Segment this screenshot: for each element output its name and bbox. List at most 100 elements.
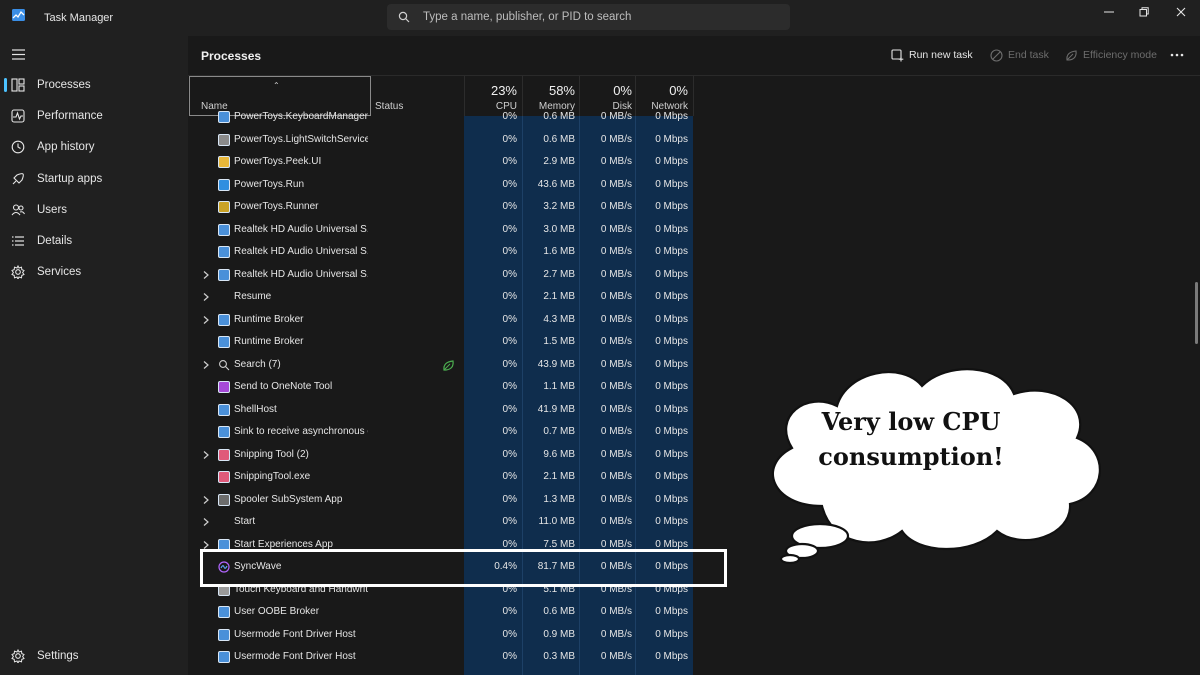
chevron-right-icon[interactable]: [201, 495, 211, 505]
process-cpu: 0%: [502, 471, 517, 482]
chevron-right-icon[interactable]: [201, 517, 211, 527]
close-button[interactable]: [1166, 4, 1196, 20]
sidebar-item-settings[interactable]: Settings: [4, 642, 184, 670]
sidebar-item-details[interactable]: Details: [4, 227, 184, 255]
table-row[interactable]: Usermode Font Driver Host 0% 0.9 MB 0 MB/s 0…: [188, 624, 728, 647]
process-name: Sink to receive asynchronous c...: [234, 426, 368, 437]
chevron-right-icon[interactable]: [201, 540, 211, 550]
process-memory: 4.3 MB: [543, 313, 575, 325]
process-name: Realtek HD Audio Universal S...: [234, 268, 368, 280]
maximize-button[interactable]: [1129, 4, 1159, 20]
process-name: PowerToys.Runner: [234, 201, 319, 212]
process-network: 0 Mbps: [655, 111, 688, 122]
process-network: 0 Mbps: [655, 291, 688, 302]
chevron-right-icon[interactable]: [201, 360, 211, 370]
table-row[interactable]: Snipping Tool (2) 0% 9.6 MB 0 MB/s 0 Mbps: [188, 444, 728, 467]
process-disk: 0 MB/s: [600, 448, 632, 460]
run-icon: [218, 178, 230, 191]
process-name: User OOBE Broker: [234, 606, 320, 617]
process-cpu: 0%: [502, 178, 517, 190]
sidebar-item-app-history[interactable]: App history: [4, 133, 184, 161]
app-window-icon: [218, 313, 230, 326]
process-network: 0 Mbps: [655, 381, 688, 392]
process-memory: 7.5 MB: [543, 538, 575, 550]
app-window-icon: [218, 111, 230, 123]
process-name: PowerToys.LightSwitchService: [234, 133, 368, 145]
process-memory: 43.9 MB: [537, 358, 575, 370]
table-row[interactable]: PowerToys.Runner 0% 3.2 MB 0 MB/s 0 Mbps: [188, 196, 728, 219]
table-row[interactable]: Realtek HD Audio Universal S... 0% 1.6 MB 0…: [188, 241, 728, 264]
sidebar-item-processes[interactable]: Processes: [4, 71, 184, 99]
table-row[interactable]: Start 0% 11.0 MB 0 MB/s 0 Mbps: [188, 511, 728, 534]
table-row[interactable]: PowerToys.Run 0% 43.6 MB 0 MB/s 0 Mbps: [188, 174, 728, 197]
process-name: Realtek HD Audio Universal S...: [234, 246, 368, 257]
table-row[interactable]: SnippingTool.exe 0% 2.1 MB 0 MB/s 0 Mbps: [188, 466, 728, 489]
runner-icon: [218, 201, 230, 213]
run-new-task-button[interactable]: Run new task: [891, 47, 973, 63]
process-network: 0 Mbps: [655, 268, 688, 280]
task-manager-logo-icon: [12, 9, 25, 21]
hamburger-menu-icon[interactable]: [12, 49, 25, 60]
table-row[interactable]: Sink to receive asynchronous c... 0% 0.7 M…: [188, 421, 728, 444]
efficiency-mode-button[interactable]: Efficiency mode: [1065, 47, 1157, 63]
process-memory: 2.9 MB: [543, 156, 575, 167]
table-row[interactable]: User OOBE Broker 0% 0.6 MB 0 MB/s 0 Mbps: [188, 601, 728, 624]
table-row[interactable]: Usermode Font Driver Host 0% 0.3 MB 0 MB/s 0…: [188, 646, 728, 669]
sidebar-item-label: Users: [37, 204, 68, 216]
process-name: Usermode Font Driver Host: [234, 628, 356, 640]
app-history-icon: [11, 140, 25, 154]
vertical-scrollbar[interactable]: [1195, 282, 1198, 344]
process-disk: 0 MB/s: [600, 111, 632, 122]
table-row[interactable]: Search (7) 0% 43.9 MB 0 MB/s 0 Mbps: [188, 354, 728, 377]
run-new-task-label: Run new task: [909, 49, 973, 61]
process-list: PowerToys.KeyboardManager... 0% 0.6 MB 0 MB…: [188, 106, 728, 675]
sidebar-item-services[interactable]: Services: [4, 258, 184, 286]
process-cpu: 0%: [502, 358, 517, 370]
process-cpu: 0%: [502, 448, 517, 460]
chevron-right-icon[interactable]: [201, 450, 211, 460]
process-cpu: 0%: [502, 381, 517, 392]
chevron-right-icon[interactable]: [201, 292, 211, 302]
chevron-right-icon[interactable]: [201, 315, 211, 325]
process-network: 0 Mbps: [655, 426, 688, 437]
table-row[interactable]: PowerToys.LightSwitchService 0% 0.6 MB 0 MB…: [188, 129, 728, 152]
process-name: Spooler SubSystem App: [234, 493, 343, 505]
process-disk: 0 MB/s: [600, 358, 632, 370]
table-row[interactable]: Realtek HD Audio Universal S... 0% 3.0 MB 0…: [188, 219, 728, 242]
table-row[interactable]: ShellHost 0% 41.9 MB 0 MB/s 0 Mbps: [188, 399, 728, 422]
table-row[interactable]: Resume 0% 2.1 MB 0 MB/s 0 Mbps: [188, 286, 728, 309]
process-network: 0 Mbps: [655, 516, 688, 527]
process-name: Start Experiences App: [234, 538, 333, 550]
table-row[interactable]: Runtime Broker 0% 4.3 MB 0 MB/s 0 Mbps: [188, 309, 728, 332]
process-cpu: 0%: [502, 268, 517, 280]
process-network: 0 Mbps: [655, 448, 688, 460]
process-memory: 2.7 MB: [543, 268, 575, 280]
end-task-icon: [990, 48, 1003, 62]
sidebar-item-users[interactable]: Users: [4, 196, 184, 224]
table-row[interactable]: Spooler SubSystem App 0% 1.3 MB 0 MB/s 0 Mbp…: [188, 489, 728, 512]
sidebar-item-label: Services: [37, 266, 82, 278]
process-disk: 0 MB/s: [600, 268, 632, 280]
app-window-icon: [218, 426, 230, 438]
process-disk: 0 MB/s: [600, 291, 632, 302]
table-row[interactable]: PowerToys.KeyboardManager... 0% 0.6 MB 0 MB…: [188, 106, 728, 129]
process-name: Resume: [234, 291, 272, 302]
sidebar-item-performance[interactable]: Performance: [4, 102, 184, 130]
minimize-button[interactable]: [1094, 4, 1124, 20]
process-disk: 0 MB/s: [600, 336, 632, 347]
table-row[interactable]: Realtek HD Audio Universal S... 0% 2.7 MB 0…: [188, 264, 728, 287]
process-disk: 0 MB/s: [600, 628, 632, 640]
chevron-right-icon[interactable]: [201, 270, 211, 280]
process-disk: 0 MB/s: [600, 201, 632, 212]
end-task-button[interactable]: End task: [990, 47, 1049, 63]
sidebar-item-startup-apps[interactable]: Startup apps: [4, 165, 184, 193]
process-cpu: 0%: [502, 133, 517, 145]
search-placeholder: Type a name, publisher, or PID to search: [423, 11, 632, 23]
search-box[interactable]: Type a name, publisher, or PID to search: [387, 4, 790, 30]
table-row[interactable]: Runtime Broker 0% 1.5 MB 0 MB/s 0 Mbps: [188, 331, 728, 354]
table-row[interactable]: PowerToys.Peek.UI 0% 2.9 MB 0 MB/s 0 Mbps: [188, 151, 728, 174]
more-options-button[interactable]: [1170, 47, 1184, 63]
process-name: Snipping Tool (2): [234, 448, 309, 460]
table-row[interactable]: Send to OneNote Tool 0% 1.1 MB 0 MB/s 0 Mbps: [188, 376, 728, 399]
onenote-icon: [218, 381, 230, 393]
